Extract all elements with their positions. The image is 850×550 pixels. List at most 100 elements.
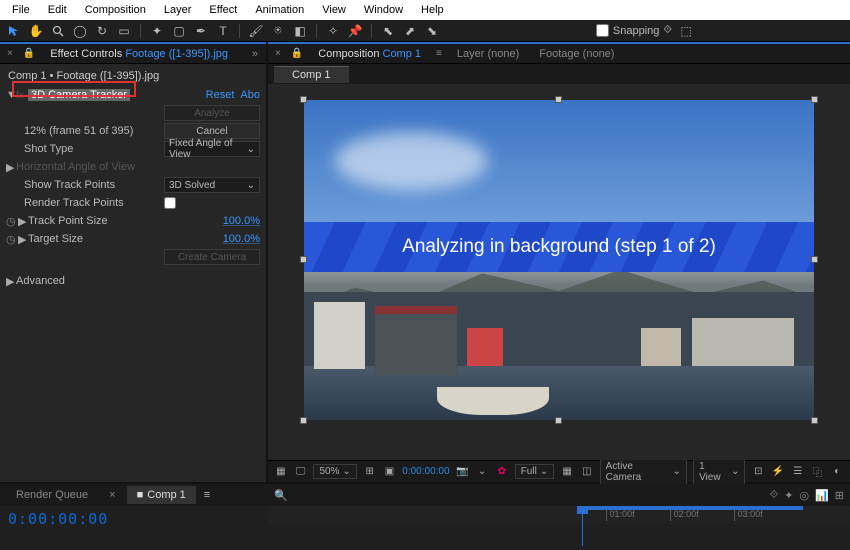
target-size-value[interactable]: 100.0% (223, 233, 260, 245)
render-queue-tab[interactable]: Render Queue (6, 486, 98, 504)
type-tool-icon[interactable]: T (215, 23, 231, 39)
channel-chevron-icon[interactable]: ⌄ (475, 466, 489, 477)
anchor-tool-icon[interactable]: ✦ (149, 23, 165, 39)
transform-handle[interactable] (811, 417, 818, 424)
search-icon[interactable]: ⬚ (678, 23, 694, 39)
puppet-tool-icon[interactable]: 📌 (347, 23, 363, 39)
menu-edit[interactable]: Edit (40, 2, 75, 18)
menu-window[interactable]: Window (356, 2, 411, 18)
close-tab-icon[interactable]: × (106, 489, 118, 501)
res-icon[interactable]: ⊞ (363, 466, 377, 477)
menu-help[interactable]: Help (413, 2, 452, 18)
timeline-ruler[interactable]: 01:00f 02:00f 03:00f (268, 506, 850, 524)
zoom-dropdown[interactable]: 50%⌄ (313, 464, 356, 479)
rotate-tool-icon[interactable]: ↻ (94, 23, 110, 39)
canvas[interactable]: Analyzing in background (step 1 of 2) (304, 100, 814, 420)
shape-tool-icon[interactable]: ▢ (171, 23, 187, 39)
stopwatch-icon[interactable]: ◷ (6, 233, 16, 246)
lock-panel-icon[interactable]: 🔒 (288, 48, 306, 59)
camera-dropdown[interactable]: Active Camera⌄ (600, 459, 687, 485)
target-twisty-icon[interactable]: ▶ (18, 233, 28, 246)
resolution-dropdown[interactable]: Full⌄ (515, 464, 555, 479)
panel-menu-icon[interactable]: ≡ (433, 48, 445, 59)
flowchart-icon[interactable]: ⿻ (811, 464, 825, 479)
menu-view[interactable]: View (314, 2, 354, 18)
menu-file[interactable]: File (4, 2, 38, 18)
roi-icon[interactable]: ▣ (383, 466, 397, 477)
close-panel-icon[interactable]: × (272, 48, 284, 59)
views-dropdown[interactable]: 1 View⌄ (693, 459, 745, 485)
effect-name[interactable]: 3D Camera Tracker (28, 89, 130, 101)
transform-handle[interactable] (300, 256, 307, 263)
menu-composition[interactable]: Composition (77, 2, 154, 18)
viewer-timecode[interactable]: 0:00:00:00 (402, 466, 449, 477)
snapping-toggle[interactable]: Snapping ⟐ (596, 24, 672, 37)
transform-handle[interactable] (555, 417, 562, 424)
layer-tab[interactable]: Layer (none) (449, 45, 527, 63)
timeline-fx-icon[interactable]: ✦ (784, 489, 793, 502)
transform-handle[interactable] (300, 417, 307, 424)
clone-tool-icon[interactable]: ⍟ (270, 23, 286, 39)
menu-layer[interactable]: Layer (156, 2, 200, 18)
effect-controls-tab[interactable]: Effect Controls Footage ([1-395]).jpg (42, 45, 236, 63)
lock-panel-icon[interactable]: 🔒 (20, 48, 38, 59)
track-point-size-value[interactable]: 100.0% (223, 215, 260, 227)
panel-menu-icon[interactable]: ≡ (204, 489, 210, 501)
composition-tab[interactable]: Composition Comp 1 (310, 45, 429, 63)
advanced-twisty-icon[interactable]: ▶ (6, 275, 16, 288)
timeline-mb-icon[interactable]: ◎ (799, 489, 809, 502)
eraser-tool-icon[interactable]: ◧ (292, 23, 308, 39)
render-track-points-checkbox[interactable] (164, 197, 176, 209)
create-camera-button[interactable]: Create Camera (164, 249, 260, 265)
snapping-checkbox[interactable] (596, 24, 609, 37)
close-panel-icon[interactable]: × (4, 48, 16, 59)
show-track-points-dropdown[interactable]: 3D Solved⌄ (164, 177, 260, 193)
transform-handle[interactable] (811, 96, 818, 103)
orbit-tool-icon[interactable]: ◯ (72, 23, 88, 39)
view-axis-icon[interactable]: ⬊ (424, 23, 440, 39)
display-icon[interactable]: 🖵 (294, 466, 308, 477)
viewport[interactable]: Analyzing in background (step 1 of 2) (268, 84, 850, 460)
snapping-options-icon[interactable]: ⟐ (663, 24, 672, 37)
pen-tool-icon[interactable]: ✒ (193, 23, 209, 39)
zoom-tool-icon[interactable] (50, 23, 66, 39)
transform-handle[interactable] (300, 96, 307, 103)
footage-tab[interactable]: Footage (none) (531, 45, 622, 63)
camera-tool-icon[interactable]: ▭ (116, 23, 132, 39)
menu-effect[interactable]: Effect (201, 2, 245, 18)
shot-type-dropdown[interactable]: Fixed Angle of View⌄ (164, 141, 260, 157)
snapshot-icon[interactable]: 📷 (456, 466, 470, 477)
panel-menu-icon[interactable]: » (248, 48, 262, 60)
roto-tool-icon[interactable]: ✧ (325, 23, 341, 39)
reset-link[interactable]: Reset (206, 89, 235, 101)
timeline-switch-icon[interactable]: ⊞ (835, 489, 844, 502)
pixel-aspect-icon[interactable]: ⊡ (751, 466, 765, 477)
hand-tool-icon[interactable]: ✋ (28, 23, 44, 39)
timeline-shy-icon[interactable]: ⟐ (770, 489, 779, 502)
stopwatch-icon[interactable]: ◷ (6, 215, 16, 228)
alpha-icon[interactable]: ▦ (274, 466, 288, 477)
menu-animation[interactable]: Animation (247, 2, 312, 18)
transform-handle[interactable] (811, 256, 818, 263)
channel-icon[interactable]: ✿ (495, 466, 509, 477)
local-axis-icon[interactable]: ⬉ (380, 23, 396, 39)
timeline-graph-icon[interactable]: 📊 (815, 489, 829, 502)
analyze-button[interactable]: Analyze (164, 105, 260, 121)
transparency-icon[interactable]: ▦ (560, 466, 574, 477)
about-link[interactable]: Abo (240, 89, 260, 101)
tpsize-twisty-icon[interactable]: ▶ (18, 215, 28, 228)
tab-layer-link[interactable]: Footage ([1-395]).jpg (125, 48, 228, 60)
timeline-icon[interactable]: ☰ (791, 466, 805, 477)
world-axis-icon[interactable]: ⬈ (402, 23, 418, 39)
selection-tool-icon[interactable] (6, 23, 22, 39)
exposure-icon[interactable]: ◐ (830, 466, 844, 477)
hangle-twisty-icon[interactable]: ▶ (6, 161, 16, 174)
timeline-search-icon[interactable]: 🔍 (274, 489, 288, 502)
fast-preview-icon[interactable]: ⚡ (771, 466, 785, 477)
playhead[interactable] (582, 506, 583, 546)
transform-handle[interactable] (555, 96, 562, 103)
timeline-timecode[interactable]: 0:00:00:00 (0, 506, 268, 532)
timeline-comp-tab[interactable]: ■ Comp 1 (127, 486, 196, 504)
fx-icon[interactable]: fx (16, 90, 28, 101)
mask-icon[interactable]: ◫ (580, 466, 594, 477)
